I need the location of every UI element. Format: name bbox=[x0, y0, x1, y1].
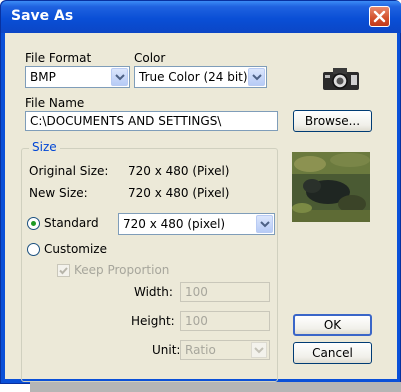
file-format-label: File Format bbox=[25, 51, 92, 65]
new-size-value: 720 x 480 (Pixel) bbox=[128, 186, 230, 200]
standard-size-select[interactable]: 720 x 480 (pixel) bbox=[118, 213, 275, 235]
checkmark-icon bbox=[59, 267, 68, 275]
height-input[interactable]: 100 bbox=[180, 311, 270, 331]
window-title: Save As bbox=[11, 8, 74, 24]
keep-proportion-label: Keep Proportion bbox=[74, 263, 170, 277]
standard-label[interactable]: Standard bbox=[44, 216, 99, 230]
standard-size-value: 720 x 480 (pixel) bbox=[123, 217, 226, 231]
height-label: Height: bbox=[131, 314, 175, 328]
original-size-label: Original Size: bbox=[29, 164, 109, 178]
width-label: Width: bbox=[134, 285, 173, 299]
color-value: True Color (24 bit) bbox=[139, 70, 248, 84]
height-value: 100 bbox=[185, 314, 208, 328]
cancel-button[interactable]: Cancel bbox=[293, 342, 372, 364]
customize-label[interactable]: Customize bbox=[44, 242, 107, 256]
width-input[interactable]: 100 bbox=[180, 282, 270, 302]
color-select[interactable]: True Color (24 bit) bbox=[134, 66, 267, 88]
file-name-input[interactable]: C:\DOCUMENTS AND SETTINGS\ bbox=[25, 111, 278, 131]
unit-value: Ratio bbox=[185, 343, 216, 357]
size-group-title: Size bbox=[29, 140, 60, 154]
file-format-select[interactable]: BMP bbox=[25, 66, 130, 88]
camera-icon bbox=[323, 68, 359, 90]
unit-label: Unit: bbox=[152, 343, 181, 357]
taskbar-strip bbox=[30, 382, 401, 392]
file-name-label: File Name bbox=[25, 96, 85, 110]
browse-button[interactable]: Browse... bbox=[293, 110, 372, 132]
color-label: Color bbox=[134, 51, 166, 65]
dialog-window: Save As File Format BMP Color True Color… bbox=[0, 0, 401, 384]
chevron-down-icon[interactable] bbox=[248, 68, 265, 86]
file-format-value: BMP bbox=[30, 70, 56, 84]
customize-radio[interactable] bbox=[27, 243, 40, 256]
title-bar[interactable]: Save As bbox=[1, 1, 401, 33]
file-name-value: C:\DOCUMENTS AND SETTINGS\ bbox=[30, 114, 222, 128]
chevron-down-icon[interactable] bbox=[251, 342, 267, 358]
standard-radio[interactable] bbox=[27, 217, 40, 230]
preview-thumbnail bbox=[292, 152, 370, 222]
unit-select[interactable]: Ratio bbox=[180, 340, 270, 360]
radio-selected-dot bbox=[31, 221, 36, 226]
keep-proportion-checkbox[interactable] bbox=[57, 264, 70, 277]
new-size-label: New Size: bbox=[29, 186, 88, 200]
width-value: 100 bbox=[185, 285, 208, 299]
close-icon bbox=[373, 10, 386, 23]
chevron-down-icon[interactable] bbox=[111, 68, 128, 86]
dialog-body: File Format BMP Color True Color (24 bit… bbox=[5, 33, 397, 382]
chevron-down-icon[interactable] bbox=[256, 215, 273, 233]
close-button[interactable] bbox=[369, 6, 390, 27]
original-size-value: 720 x 480 (Pixel) bbox=[128, 164, 230, 178]
ok-button[interactable]: OK bbox=[293, 314, 372, 336]
